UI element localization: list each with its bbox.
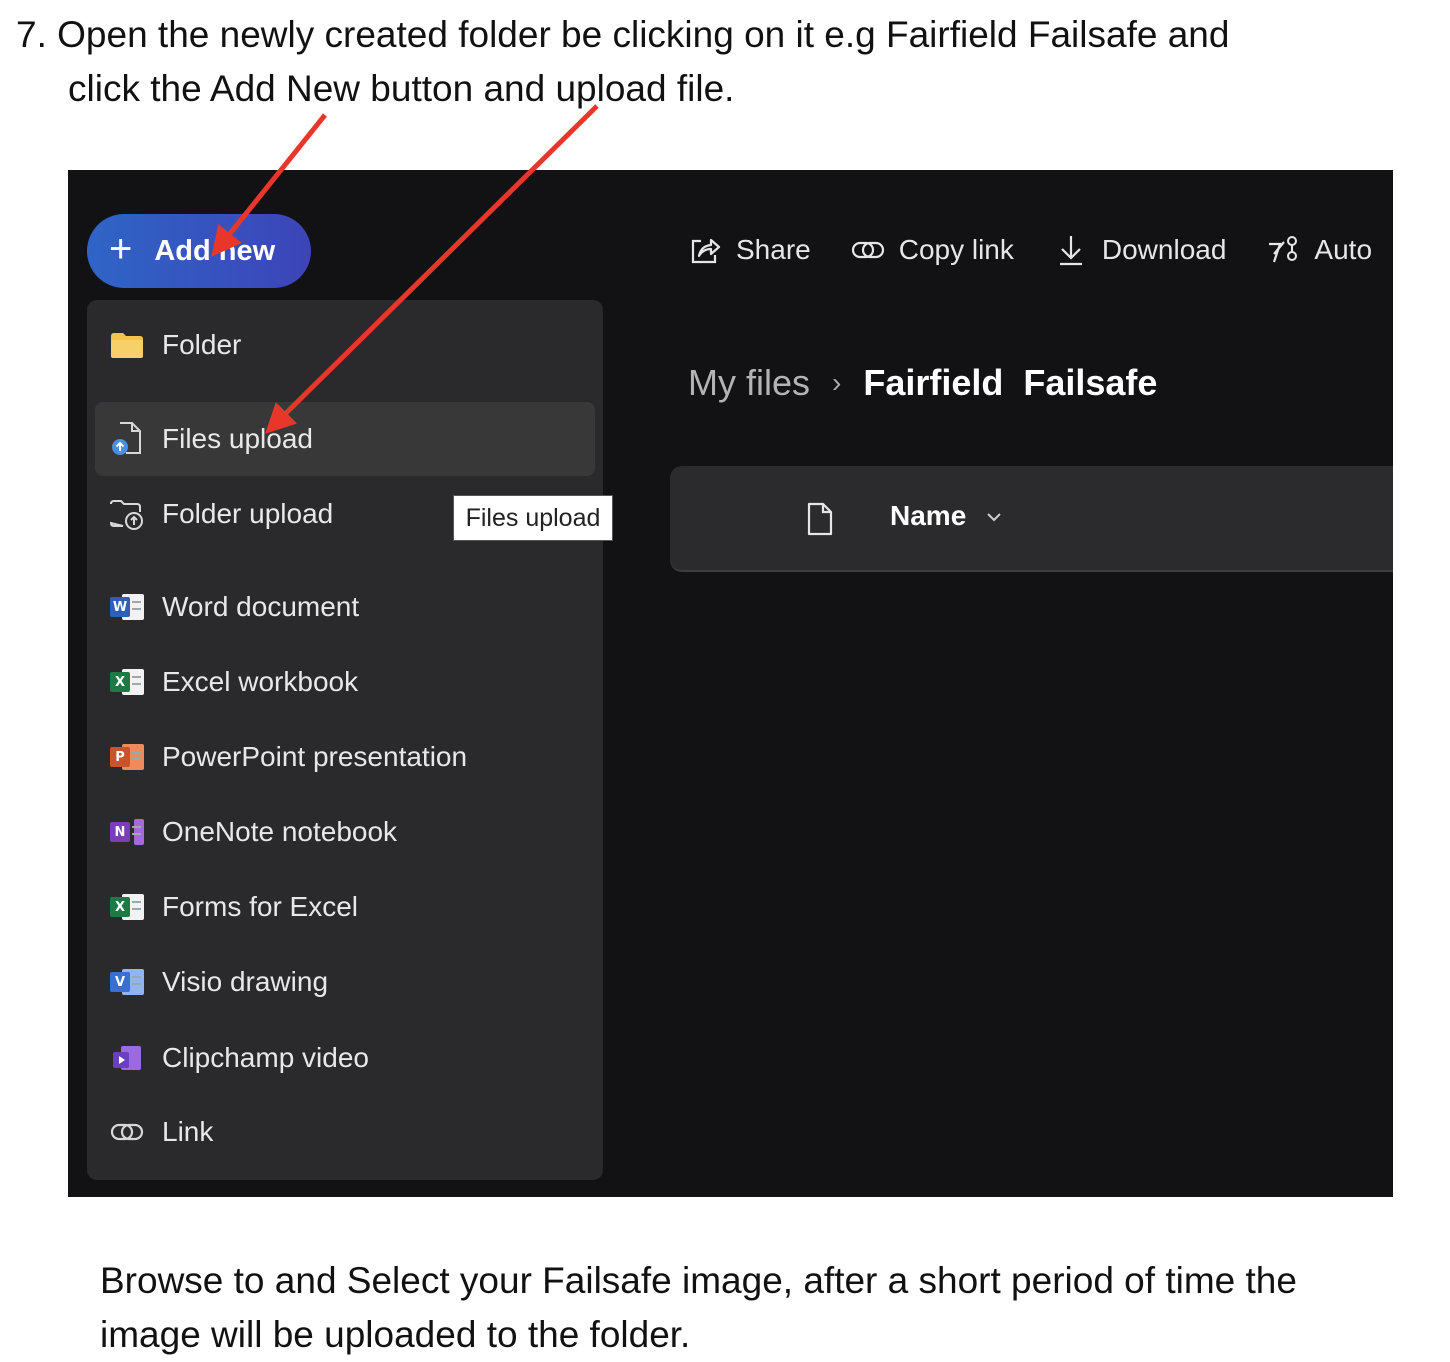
chevron-down-icon[interactable] [986,510,1002,528]
powerpoint-icon: P [109,739,145,775]
column-header-name[interactable]: Name [890,500,966,532]
file-type-icon [806,502,834,541]
link-icon [109,1114,145,1150]
add-new-menu: Folder Files upload Folder upload W Word… [87,300,603,1180]
automate-icon [1266,233,1300,267]
share-label: Share [736,234,811,265]
menu-item-onenote-notebook[interactable]: N OneNote notebook [95,795,595,869]
menu-item-clipchamp-video[interactable]: Clipchamp video [95,1021,595,1095]
word-icon: W [109,589,145,625]
share-button[interactable]: Share [688,233,811,267]
breadcrumb-separator-icon: › [832,367,842,398]
excel-icon: X [109,889,145,925]
menu-item-label: Clipchamp video [162,1042,369,1073]
download-icon [1054,233,1088,267]
menu-item-label: Folder [162,329,242,360]
add-new-button[interactable]: + Add new [87,214,311,288]
excel-icon: X [109,664,145,700]
file-upload-icon [109,421,145,457]
menu-item-link[interactable]: Link [95,1095,595,1169]
breadcrumb-my-files[interactable]: My files [688,362,810,404]
breadcrumb: My files › Fairfield Failsafe [688,362,1157,404]
automate-button[interactable]: Auto [1266,233,1372,267]
file-list-header: Name [670,466,1393,572]
automate-label: Auto [1314,234,1373,265]
menu-item-label: PowerPoint presentation [162,741,468,772]
share-icon [688,233,722,267]
menu-item-label: OneNote notebook [162,816,398,847]
note-line-2: image will be uploaded to the folder. [100,1314,691,1355]
folder-upload-icon [109,496,145,532]
command-toolbar: Share Copy link Download Auto [688,228,1393,272]
menu-item-word-document[interactable]: W Word document [95,570,595,644]
menu-item-label: Visio drawing [162,966,329,997]
menu-item-files-upload[interactable]: Files upload [95,402,595,476]
step-instruction-line-1: 7. Open the newly created folder be clic… [16,14,1230,55]
menu-item-label: Excel workbook [162,666,359,697]
onenote-icon: N [109,814,145,850]
menu-item-forms-for-excel[interactable]: X Forms for Excel [95,870,595,944]
clipchamp-icon [109,1040,145,1076]
menu-item-label: Link [162,1116,214,1147]
menu-item-folder[interactable]: Folder [95,308,595,382]
menu-item-excel-workbook[interactable]: X Excel workbook [95,645,595,719]
menu-item-powerpoint-presentation[interactable]: P PowerPoint presentation [95,720,595,794]
onedrive-screenshot: + Add new Folder Files upload Folder upl… [68,170,1393,1197]
note-line-1: Browse to and Select your Failsafe image… [100,1260,1297,1301]
visio-icon: V [109,964,145,1000]
plus-icon: + [109,227,133,271]
download-label: Download [1101,234,1227,265]
menu-item-label: Word document [162,591,360,622]
copy-link-label: Copy link [898,234,1014,265]
download-button[interactable]: Download [1054,233,1227,267]
menu-item-label: Forms for Excel [162,891,359,922]
menu-item-visio-drawing[interactable]: V Visio drawing [95,945,595,1019]
folder-icon [109,327,145,363]
menu-item-label: Folder upload [162,498,334,529]
step-instruction-line-2: click the Add New button and upload file… [68,68,735,109]
files-upload-tooltip: Files upload [453,495,613,541]
add-new-label: Add new [154,234,276,267]
breadcrumb-current-folder: Fairfield Failsafe [863,362,1158,403]
link-icon [851,233,885,267]
menu-item-label: Files upload [162,423,313,454]
copy-link-button[interactable]: Copy link [851,233,1014,267]
